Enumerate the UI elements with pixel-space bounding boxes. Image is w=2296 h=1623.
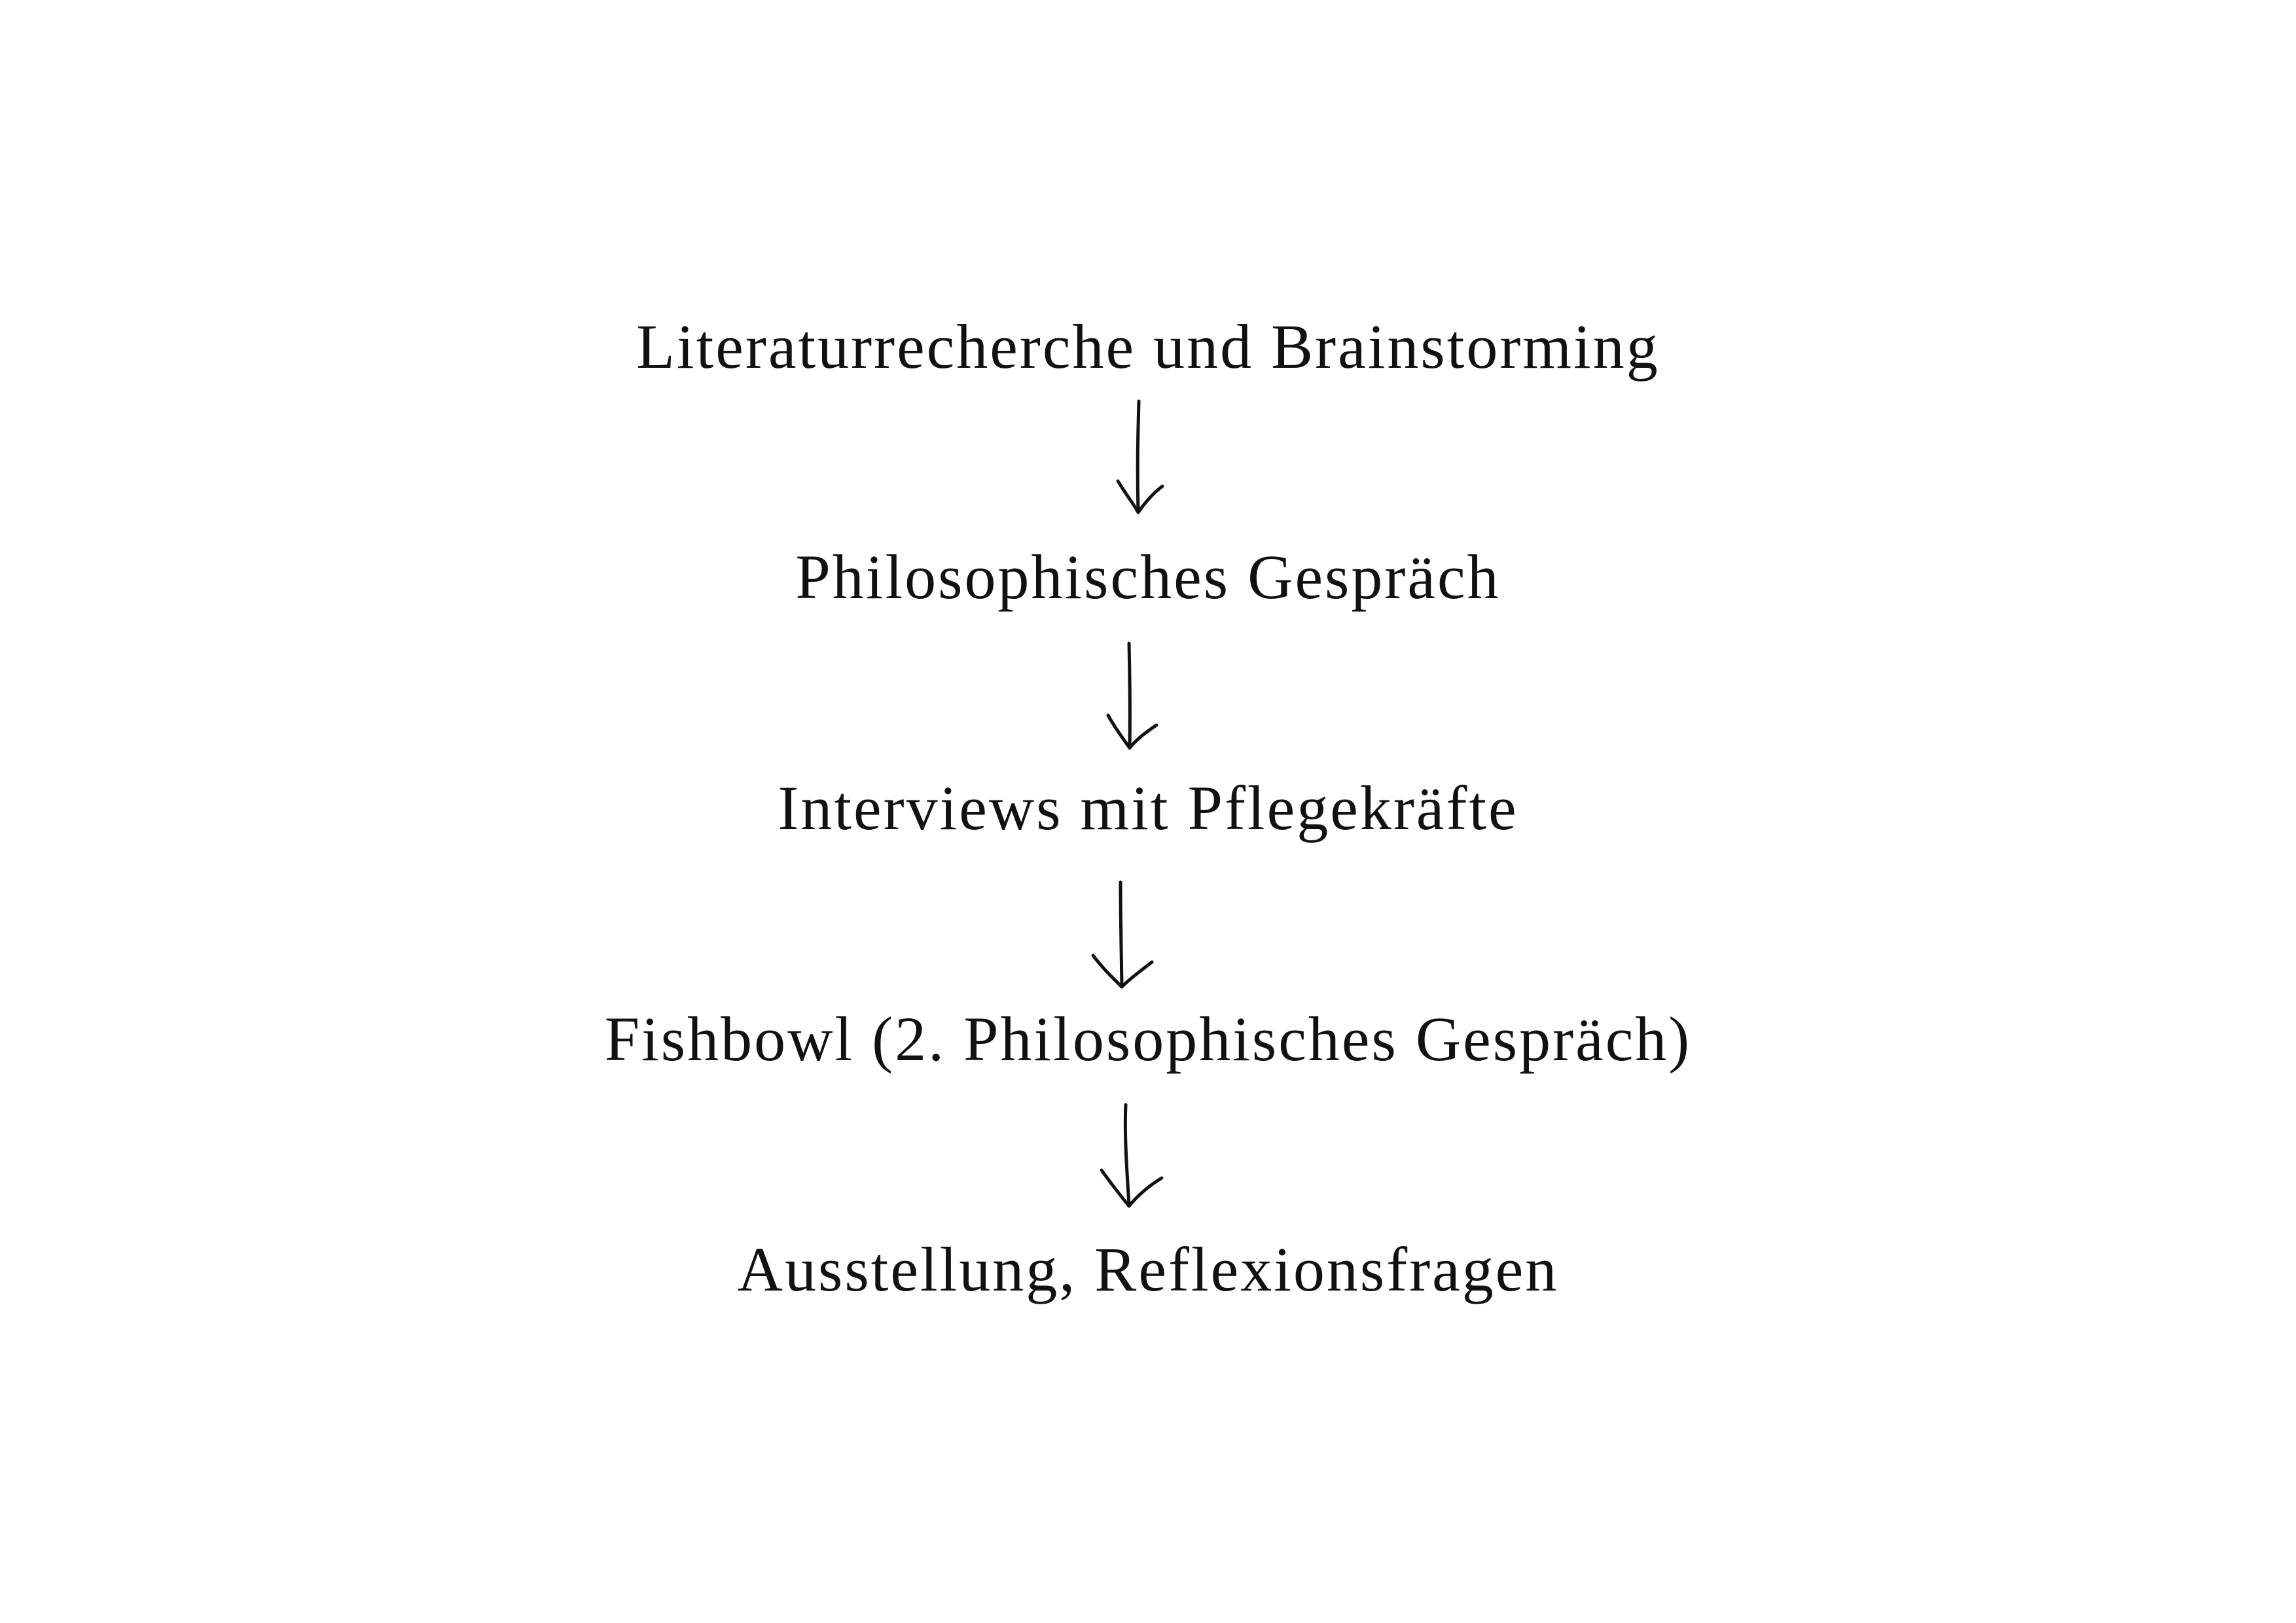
flow-diagram: Literaturrecherche und Brainstorming Phi…	[0, 0, 2296, 1623]
step-literature-research: Literaturrecherche und Brainstorming	[636, 312, 1660, 382]
down-arrow-icon	[1106, 641, 1158, 750]
step-exhibition-reflection: Ausstellung, Reflexionsfragen	[737, 1234, 1559, 1304]
down-arrow-icon	[1116, 399, 1164, 514]
down-arrow-icon	[1100, 1103, 1164, 1208]
step-nurse-interviews: Interviews mit Pflegekräfte	[778, 773, 1518, 843]
step-fishbowl: Fishbowl (2. Philosophisches Gespräch)	[604, 1004, 1692, 1074]
down-arrow-icon	[1091, 880, 1154, 989]
step-philosophical-conversation: Philosophisches Gespräch	[795, 542, 1501, 612]
